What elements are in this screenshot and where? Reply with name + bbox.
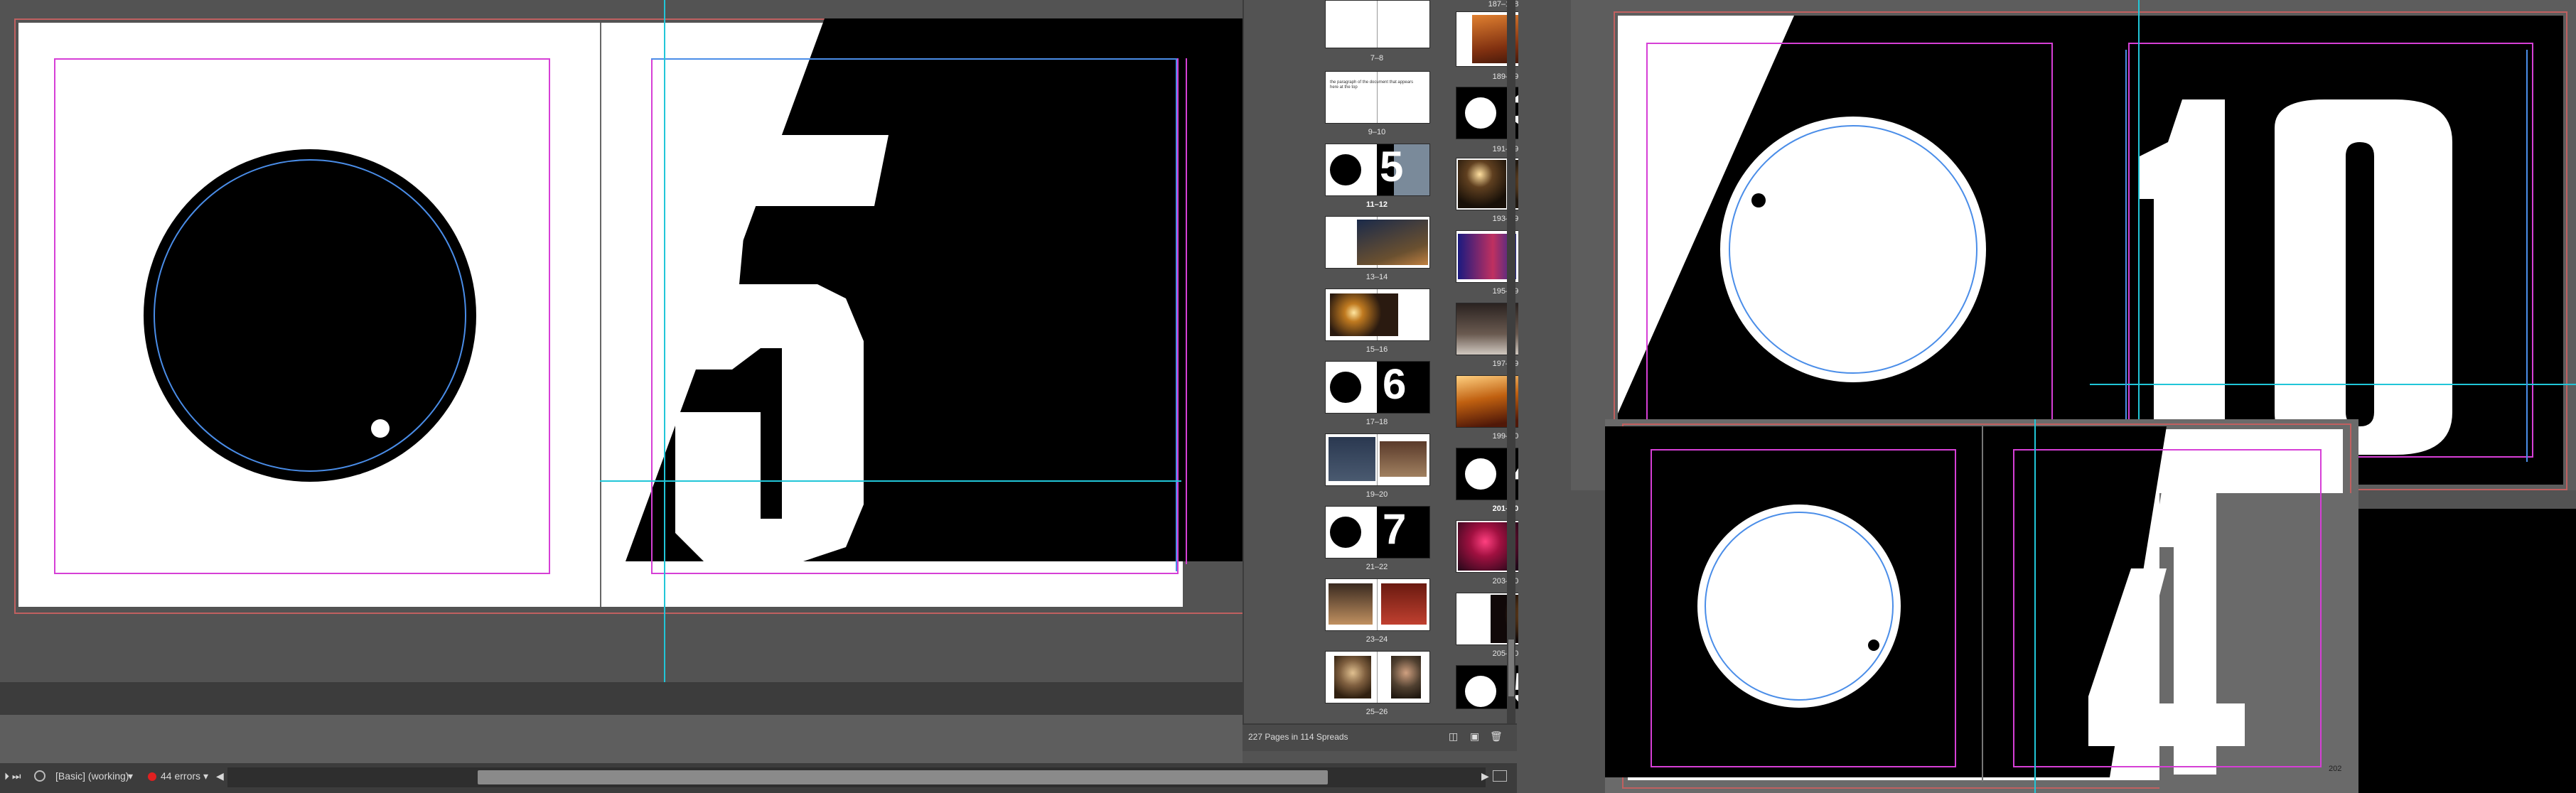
margin-guide bbox=[1646, 43, 2053, 458]
thumb-spread-13-14[interactable] bbox=[1325, 216, 1430, 269]
vertical-ruler-guide[interactable] bbox=[664, 0, 665, 682]
thumb-spread-21-22[interactable]: 7 bbox=[1325, 506, 1430, 559]
pages-panel[interactable]: 7–8 the paragraph of the document that a… bbox=[1243, 0, 1518, 750]
thumb-spread-9-10[interactable]: the paragraph of the document that appea… bbox=[1325, 71, 1430, 124]
scroll-right-arrow[interactable]: ▶ bbox=[1481, 770, 1489, 782]
thumb-spread-15-16[interactable] bbox=[1325, 288, 1430, 341]
vertical-ruler-guide[interactable] bbox=[2034, 419, 2036, 793]
trash-icon[interactable]: 🗑 bbox=[1490, 730, 1503, 743]
thumb-number: 7 bbox=[1383, 506, 1407, 553]
preflight-error-count[interactable]: 44 errors bbox=[161, 770, 200, 782]
thumb-spread-7-8[interactable] bbox=[1325, 0, 1430, 48]
thumb-spread-17-18[interactable]: 6 bbox=[1325, 361, 1430, 414]
pasteboard-black-area bbox=[2358, 509, 2576, 793]
thumb-label-selected: 11–12 bbox=[1366, 200, 1388, 209]
thumb-spread-11-12[interactable]: 5 bbox=[1325, 144, 1430, 196]
thumb-label: 15–16 bbox=[1365, 345, 1388, 354]
margin-guide bbox=[1651, 449, 1956, 767]
frame-edge bbox=[2125, 50, 2127, 462]
frame-edge-right bbox=[1176, 58, 1177, 571]
thumb-label: 13–14 bbox=[1365, 273, 1388, 281]
thumb-label: 7–8 bbox=[1370, 54, 1384, 63]
margin-guide bbox=[2013, 449, 2322, 767]
spine-line bbox=[1982, 426, 1983, 782]
thumb-text-snippet: the paragraph of the document that appea… bbox=[1330, 80, 1414, 90]
folio-number: 202 bbox=[2329, 765, 2342, 773]
thumb-number: 6 bbox=[1383, 361, 1407, 408]
thumb-label: 19–20 bbox=[1365, 490, 1388, 499]
window-top-edge bbox=[1571, 0, 2576, 10]
thumb-label: 23–24 bbox=[1365, 635, 1388, 644]
preflight-icon[interactable] bbox=[34, 770, 45, 782]
thumb-spread-23-24[interactable] bbox=[1325, 578, 1430, 631]
scrollbar-thumb[interactable] bbox=[478, 770, 1328, 784]
thumb-spread-25-26[interactable] bbox=[1325, 651, 1430, 703]
chevron-down-icon[interactable]: ▾ bbox=[203, 770, 208, 782]
preflight-profile[interactable]: [Basic] (working) bbox=[55, 770, 129, 782]
column-guide bbox=[1179, 58, 1187, 564]
horizontal-ruler-guide[interactable] bbox=[2090, 384, 2576, 385]
thumb-label: 21–22 bbox=[1365, 563, 1388, 571]
thumb-label: 25–26 bbox=[1365, 708, 1388, 716]
frame-edge-top bbox=[651, 58, 1177, 60]
resize-grip-icon[interactable] bbox=[1493, 770, 1507, 782]
document-window-right-top[interactable]: 10 bbox=[1571, 0, 2576, 490]
page-count-text: 227 Pages in 114 Spreads bbox=[1248, 732, 1348, 742]
chevron-down-icon[interactable]: ▾ bbox=[128, 770, 133, 782]
error-status-icon bbox=[148, 772, 156, 781]
thumb-label: 17–18 bbox=[1365, 418, 1388, 426]
thumb-number: 5 bbox=[1380, 144, 1404, 190]
document-window-right-bottom[interactable]: 4 202 bbox=[1605, 419, 2358, 793]
margin-guide bbox=[2128, 43, 2533, 458]
page-nav-controls[interactable]: ⏵ ⏭ bbox=[4, 770, 21, 782]
edit-page-size-icon[interactable]: ◫ bbox=[1449, 730, 1458, 743]
frame-edge bbox=[2526, 50, 2528, 462]
horizontal-scrollbar[interactable] bbox=[227, 767, 1486, 787]
vertical-ruler-guide[interactable] bbox=[2138, 0, 2140, 490]
pages-panel-footer: 227 Pages in 114 Spreads ◫ ▣ 🗑 bbox=[1243, 723, 1517, 751]
white-dot bbox=[371, 419, 390, 438]
panel-scrollbar[interactable] bbox=[1507, 0, 1515, 723]
new-page-icon[interactable]: ▣ bbox=[1470, 730, 1479, 743]
status-bar: ⏵ ⏭ [Basic] (working) ▾ 44 errors ▾ ◀ ▶ bbox=[0, 763, 1517, 793]
right-page-margin-guide bbox=[651, 58, 1179, 574]
thumb-spread-19-20[interactable] bbox=[1325, 433, 1430, 486]
thumb-label: 9–10 bbox=[1368, 128, 1386, 136]
horizontal-scrollbar-track[interactable] bbox=[0, 682, 1243, 715]
horizontal-ruler-guide[interactable] bbox=[600, 480, 1181, 482]
panel-scrollbar-thumb[interactable] bbox=[1508, 640, 1514, 696]
document-window-left[interactable]: 5 bbox=[0, 0, 1243, 772]
scroll-left-arrow[interactable]: ◀ bbox=[216, 770, 224, 782]
circle-frame-guide bbox=[154, 159, 466, 472]
pasteboard-bottom bbox=[0, 715, 1243, 763]
